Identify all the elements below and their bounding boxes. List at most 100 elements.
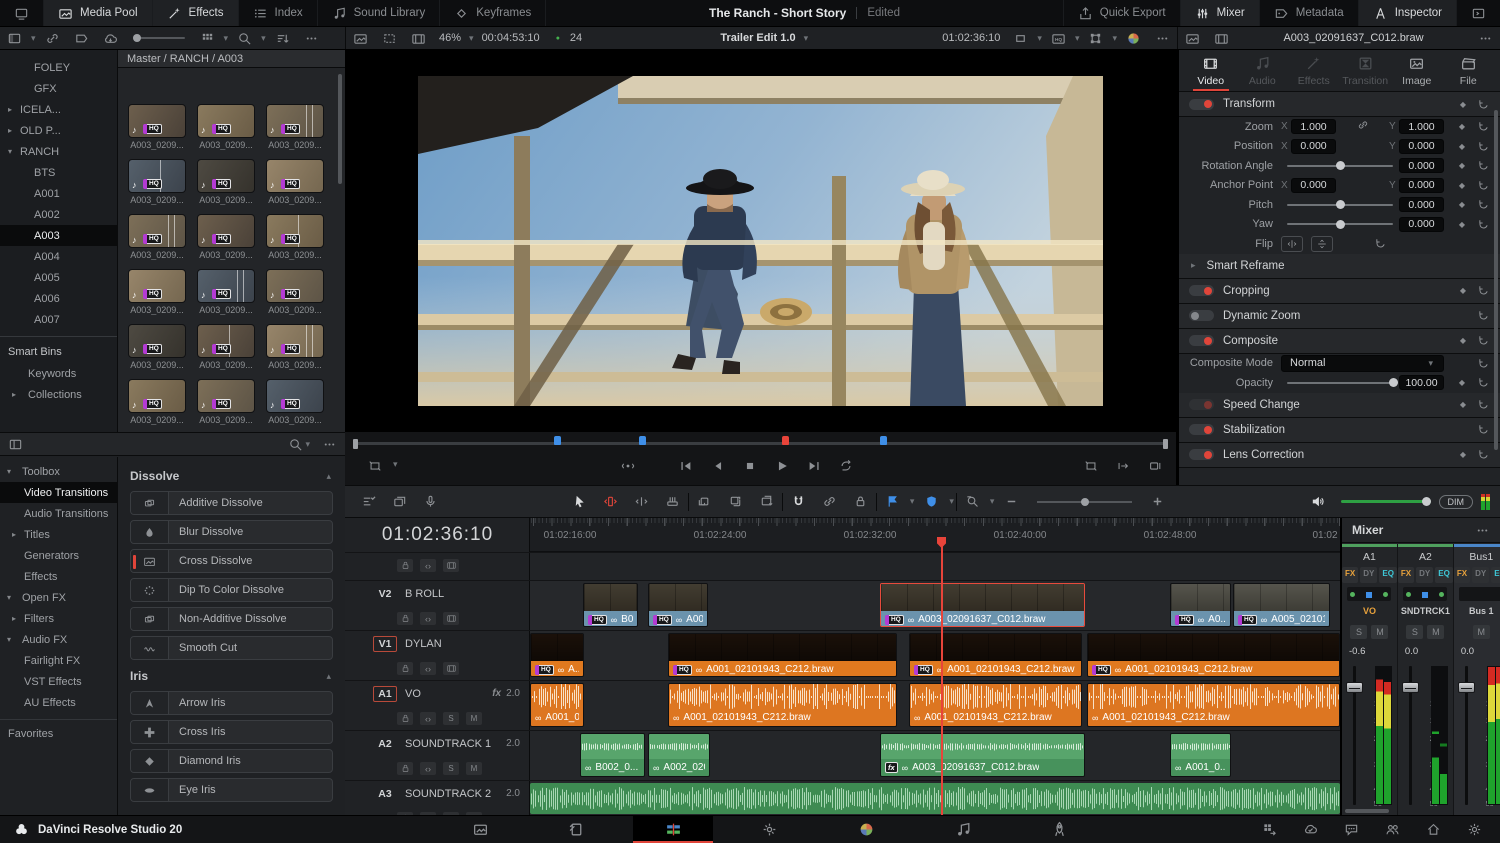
mute-button[interactable]: M (1472, 625, 1490, 639)
track-id-a1[interactable]: A1 (373, 685, 397, 702)
section-toggle[interactable] (1189, 310, 1214, 321)
filmstrip-icon[interactable] (443, 559, 459, 572)
film-icon[interactable] (404, 31, 433, 46)
topbar-button-index[interactable]: Index (239, 0, 318, 26)
solo-button[interactable]: S (1350, 625, 1368, 639)
keyframe-icon[interactable]: ◆ (1458, 450, 1468, 459)
inspector-section-transform[interactable]: Transform ◆ (1179, 92, 1500, 117)
chevron-down-icon[interactable]: ▾ (7, 593, 11, 602)
pan-control[interactable] (1459, 587, 1500, 601)
slider-track[interactable] (1287, 161, 1393, 171)
sort-icon[interactable] (268, 31, 297, 46)
channel-dy-button[interactable]: DY (1416, 567, 1434, 583)
monitor-volume-slider[interactable] (1340, 497, 1431, 506)
effects-category-toolbox[interactable]: ▾ Toolbox (0, 461, 117, 482)
chevron-down-icon[interactable]: ▾ (391, 459, 400, 478)
mute-button[interactable]: M (1371, 625, 1389, 639)
reset-icon[interactable] (1477, 179, 1490, 192)
bin-item-a003[interactable]: A003 (0, 225, 117, 246)
bin-item-a001[interactable]: A001 (0, 183, 117, 204)
page-button-media[interactable] (440, 816, 520, 843)
inspector-section-cropping[interactable]: Cropping ◆ (1179, 278, 1500, 304)
effects-category-open-fx[interactable]: ▾ Open FX (0, 587, 117, 608)
effects-category-au-effects[interactable]: AU Effects (0, 692, 117, 713)
x-value-field[interactable]: 0.000 (1291, 177, 1336, 193)
chevron-down-icon[interactable]: ▾ (908, 496, 917, 507)
value-field[interactable]: 100.00 (1399, 375, 1444, 391)
keyframe-icon[interactable]: ◆ (1457, 142, 1467, 151)
effect-item-non-additive-dissolve[interactable]: Non-Additive Dissolve (130, 607, 333, 631)
reset-icon[interactable] (1477, 198, 1490, 211)
collapse-icon[interactable]: ▴ (324, 471, 333, 482)
cinema-viewer-button[interactable] (0, 0, 44, 26)
fader-knob[interactable] (1457, 682, 1475, 693)
overwrite-clip-icon[interactable] (720, 494, 751, 509)
channel-fx-button[interactable]: FX (1453, 567, 1471, 583)
bin-item-bts[interactable]: BTS (0, 162, 117, 183)
media-clip-card[interactable]: ♪ HQ A003_0209... (197, 324, 255, 370)
bin-item-foley[interactable]: FOLEY (0, 57, 117, 78)
tl-options-icon[interactable] (353, 494, 384, 509)
search-icon[interactable] (230, 31, 259, 46)
chevron-down-icon[interactable]: ▾ (467, 33, 476, 44)
mixer-channel-a1[interactable]: A1 FXDYEQ VO SM -0.6 05101520304050 (1342, 544, 1398, 815)
next-button[interactable] (798, 459, 830, 478)
chevron-right-icon[interactable]: ▸ (8, 126, 12, 135)
media-grid-scrollbar[interactable] (338, 74, 342, 184)
timeline-clip[interactable]: HQ∞A0... (1170, 583, 1231, 627)
playhead-marker[interactable] (781, 436, 789, 445)
effect-item-diamond-iris[interactable]: Diamond Iris (130, 749, 333, 773)
bin-item-gfx[interactable]: GFX (0, 78, 117, 99)
topbar-button-effects[interactable]: Effects (152, 0, 239, 26)
page-button-fusion[interactable] (730, 816, 810, 843)
filmstrip-icon[interactable] (443, 662, 459, 675)
timeline-clip[interactable]: ∞A001_0... (530, 683, 584, 727)
magnet-icon[interactable] (783, 494, 814, 509)
viewer-overlay-button[interactable] (359, 459, 391, 478)
lock-icon[interactable] (845, 494, 876, 509)
fader-knob[interactable] (1401, 682, 1419, 693)
inspector-section-stabilization[interactable]: Stabilization (1179, 417, 1500, 443)
timeline-clip[interactable]: HQ∞B0... (583, 583, 638, 627)
playhead[interactable] (941, 538, 943, 815)
inspector-section-speed-change[interactable]: Speed Change ◆ (1179, 392, 1500, 418)
effects-category-audio-transitions[interactable]: Audio Transitions (0, 503, 117, 524)
stop-button[interactable] (734, 459, 766, 478)
y-value-field[interactable]: 1.000 (1399, 119, 1444, 135)
search-icon[interactable] (288, 437, 303, 452)
bin-item-icela[interactable]: ▸ ICELA... (0, 99, 117, 120)
smart-bin-item-keywords[interactable]: Keywords (0, 363, 117, 384)
effects-group-header-iris[interactable]: Iris ▴ (130, 665, 333, 687)
prev-button[interactable] (670, 459, 702, 478)
keyframe-icon[interactable]: ◆ (1457, 181, 1467, 190)
more-icon[interactable] (1471, 31, 1500, 46)
chevron-down-icon[interactable]: ▾ (988, 496, 997, 507)
timeline-clip[interactable]: ∞ A001_02101943_C212.braw (1087, 683, 1340, 727)
media-clip-card[interactable]: ♪ HQ A003_0209... (266, 379, 324, 425)
cloud-sync-icon[interactable] (1303, 822, 1318, 837)
chevron-right-icon[interactable]: ▸ (1189, 260, 1198, 271)
x-value-field[interactable]: 1.000 (1291, 119, 1336, 135)
media-clip-card[interactable]: ♪ HQ A003_0209... (266, 269, 324, 315)
track-header-v3[interactable]: ‹› (345, 552, 530, 580)
bin-item-a004[interactable]: A004 (0, 246, 117, 267)
mute-button[interactable]: M (466, 712, 482, 725)
chevron-down-icon[interactable]: ▾ (29, 33, 38, 44)
timeline-clip[interactable]: ∞A002_020... (648, 733, 710, 777)
topbar-button-metadata[interactable]: Metadata (1258, 0, 1358, 26)
reset-icon[interactable] (1477, 284, 1490, 297)
effects-category-generators[interactable]: Generators (0, 545, 117, 566)
settings-icon[interactable] (1467, 822, 1482, 837)
project-manager-icon[interactable] (1262, 822, 1277, 837)
chevron-down-icon[interactable]: ▾ (7, 467, 11, 476)
keyframe-icon[interactable]: ◆ (1457, 220, 1467, 229)
match-end-button[interactable] (1107, 459, 1139, 478)
media-clip-card[interactable]: ♪ HQ A003_0209... (197, 214, 255, 260)
effects-category-video-transitions[interactable]: Video Transitions (0, 482, 117, 503)
thumbnail-size-slider[interactable] (132, 34, 185, 42)
topbar-button-sound-library[interactable]: Sound Library (318, 0, 441, 26)
mixer-channel-a2[interactable]: A2FXDYEQ SNDTRCK1 SM 0.0 05101520304050 (1397, 544, 1454, 815)
media-clip-card[interactable]: ♪ HQ A003_0209... (128, 379, 186, 425)
media-clip-card[interactable]: ♪ HQ A003_0209... (197, 269, 255, 315)
page-button-edit[interactable] (633, 816, 714, 843)
